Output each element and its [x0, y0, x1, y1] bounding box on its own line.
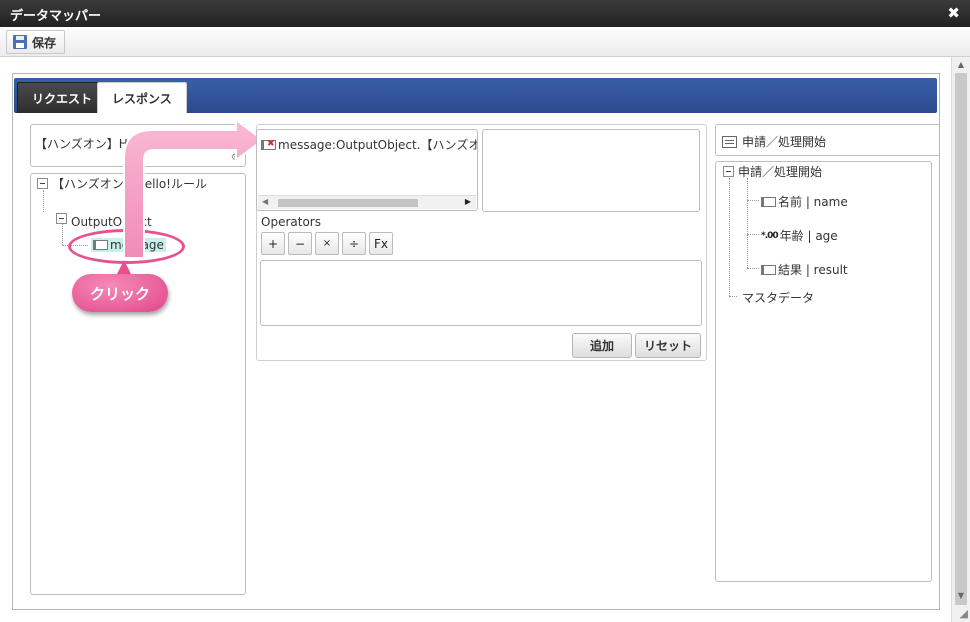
source-tree-root-label: 【ハンズオン】Hello!ルール [52, 177, 207, 191]
operator-function-button[interactable]: Fx [369, 232, 393, 255]
hscroll-thumb[interactable] [278, 199, 418, 207]
target-header-box: 申請／処理開始 [715, 124, 939, 156]
resize-grip-icon[interactable]: ◢ [960, 607, 968, 620]
close-icon[interactable]: ✖ [947, 4, 960, 22]
target-field-result[interactable]: 結果 | result [761, 261, 848, 278]
tab-response[interactable]: レスポンス [97, 82, 187, 113]
target-header-row: 申請／処理開始 [722, 133, 826, 150]
number-icon: *.00 [761, 230, 779, 241]
tree-connector [729, 296, 737, 297]
page-scrollbar[interactable]: ▲ ▼ [951, 57, 970, 622]
operator-divide-button[interactable]: ÷ [342, 232, 366, 255]
gear-icon[interactable]: ⚙ [231, 153, 239, 163]
target-master-data-label: マスタデータ [742, 291, 815, 305]
scroll-left-icon[interactable]: ◀ [262, 197, 268, 206]
window-titlebar: データマッパー ✖ [0, 0, 970, 27]
collapse-icon[interactable] [56, 212, 67, 224]
source-tree-leaf-label: message [110, 238, 164, 252]
window-title: データマッパー [10, 9, 102, 24]
click-callout-bubble: クリック [72, 274, 168, 312]
target-tree-root-label: 申請／処理開始 [738, 165, 823, 179]
tree-connector [747, 234, 759, 235]
operator-minus-button[interactable]: − [288, 232, 312, 255]
tree-connector [747, 200, 759, 201]
collapse-icon[interactable] [723, 166, 734, 177]
mapping-item-text: message:OutputObject.【ハンズオン】H [278, 138, 477, 152]
source-tree-child-label: OutputObject [71, 215, 152, 229]
mapping-item[interactable]: message:OutputObject.【ハンズオン】H [261, 136, 477, 153]
source-header-box: 【ハンズオン】Hell ⚙ [30, 124, 246, 167]
tree-connector [43, 190, 44, 212]
source-tree-leaf-highlight[interactable]: message [91, 238, 166, 252]
source-tree-child[interactable]: OutputObject [56, 207, 152, 229]
field-icon [93, 240, 108, 250]
target-field-age-label: 年齢 | age [779, 229, 838, 243]
source-tree-root[interactable]: 【ハンズオン】Hello!ルール [37, 175, 207, 192]
scrollbar-thumb[interactable] [955, 73, 967, 605]
scroll-right-icon[interactable]: ▶ [465, 197, 471, 206]
collapse-icon[interactable] [37, 178, 48, 189]
floppy-disk-icon [13, 35, 27, 49]
save-button[interactable]: 保存 [6, 30, 66, 54]
expression-editor[interactable] [260, 260, 702, 326]
target-header-text: 申請／処理開始 [742, 135, 827, 149]
mapping-hscrollbar[interactable]: ◀ ▶ [258, 195, 476, 209]
scroll-up-icon[interactable]: ▲ [952, 57, 970, 73]
tree-connector [747, 178, 748, 268]
field-icon [761, 264, 776, 275]
tree-connector [729, 178, 730, 296]
target-field-result-label: 結果 | result [778, 263, 848, 277]
tab-bar: リクエスト レスポンス [14, 78, 937, 113]
target-field-name[interactable]: 名前 | name [761, 193, 848, 210]
target-master-data[interactable]: マスタデータ [742, 289, 814, 306]
toolbar: 保存 [0, 27, 970, 57]
operators-label: Operators [261, 215, 321, 229]
target-field-age[interactable]: *.00 年齢 | age [761, 227, 838, 244]
field-icon [761, 196, 776, 207]
source-tree-leaf[interactable]: message [91, 238, 166, 252]
source-header-text: 【ハンズオン】Hell [35, 137, 142, 151]
operator-multiply-button[interactable]: × [315, 232, 339, 255]
tab-request[interactable]: リクエスト [17, 82, 108, 113]
mapping-item-box: message:OutputObject.【ハンズオン】H ✖ ◀ ▶ [256, 129, 478, 211]
operator-plus-button[interactable]: + [261, 232, 285, 255]
error-x-icon: ✖ [267, 139, 275, 149]
reset-button[interactable]: リセット [635, 333, 701, 358]
save-button-label: 保存 [32, 35, 57, 50]
form-icon [722, 135, 737, 148]
scroll-down-icon[interactable]: ▼ [952, 588, 970, 604]
tree-connector [62, 245, 88, 246]
add-button[interactable]: 追加 [572, 333, 632, 358]
tree-connector [747, 268, 759, 269]
target-field-name-label: 名前 | name [778, 195, 848, 209]
target-tree-root[interactable]: 申請／処理開始 [723, 163, 822, 180]
mapping-target-box[interactable] [482, 129, 700, 212]
